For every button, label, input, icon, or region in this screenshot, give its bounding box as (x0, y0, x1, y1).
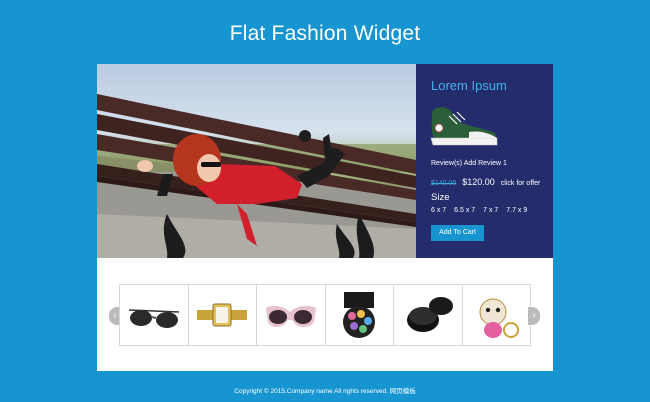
add-to-cart-button[interactable]: Add To Cart (431, 225, 484, 241)
sunglasses-image (128, 309, 179, 328)
size-option[interactable]: 7.7 x 9 (506, 207, 527, 214)
dog-keychain-image (479, 298, 520, 338)
hero-photo-illustration (97, 94, 416, 258)
sneaker-image (430, 107, 498, 146)
carousel-item[interactable] (187, 284, 257, 346)
makeup-palette-image (343, 292, 376, 338)
size-option[interactable]: 6 x 7 (431, 207, 446, 214)
page-title: Flat Fashion Widget (229, 22, 421, 45)
carousel-item[interactable] (461, 284, 531, 346)
footer: Copyright © 2015.Company name All rights… (0, 385, 650, 395)
review-line: Review(s) Add Review 1 (431, 160, 507, 167)
size-option[interactable]: 6.5 x 7 (454, 207, 475, 214)
size-options: 6 x 7 6.5 x 7 7 x 7 7.7 x 9 (431, 207, 533, 214)
carousel-thumbnails (119, 284, 531, 346)
hero-photo (97, 64, 416, 258)
new-price: $120.00 (462, 177, 495, 187)
carousel-item[interactable] (393, 284, 463, 346)
product-title: Lorem Ipsum (431, 78, 507, 93)
carousel-item[interactable] (119, 284, 189, 346)
carousel-item[interactable] (324, 284, 394, 346)
gold-watch-image (197, 303, 248, 327)
product-carousel: ‹ › (108, 284, 542, 346)
footer-link[interactable]: 网页模板 (390, 388, 416, 395)
add-review-link[interactable]: Add Review 1 (464, 160, 507, 167)
product-info-panel: Lorem Ipsum Review(s) Add Review 1 $140.… (416, 64, 553, 258)
eyeliner-jar-image (406, 297, 453, 332)
size-label: Size (431, 192, 450, 203)
price-row: $140.00 $120.00 click for offer (431, 177, 540, 187)
copyright-text: Copyright © 2015.Company name All rights… (234, 388, 388, 395)
offer-link[interactable]: click for offer (501, 180, 541, 187)
reviews-link[interactable]: Review(s) (431, 160, 462, 167)
chevron-right-icon[interactable]: › (528, 307, 540, 325)
product-widget: Lorem Ipsum Review(s) Add Review 1 $140.… (97, 64, 553, 371)
fashion-sunglasses-image (265, 305, 316, 328)
carousel-item[interactable] (256, 284, 326, 346)
old-price: $140.00 (431, 180, 457, 187)
size-option[interactable]: 7 x 7 (483, 207, 498, 214)
